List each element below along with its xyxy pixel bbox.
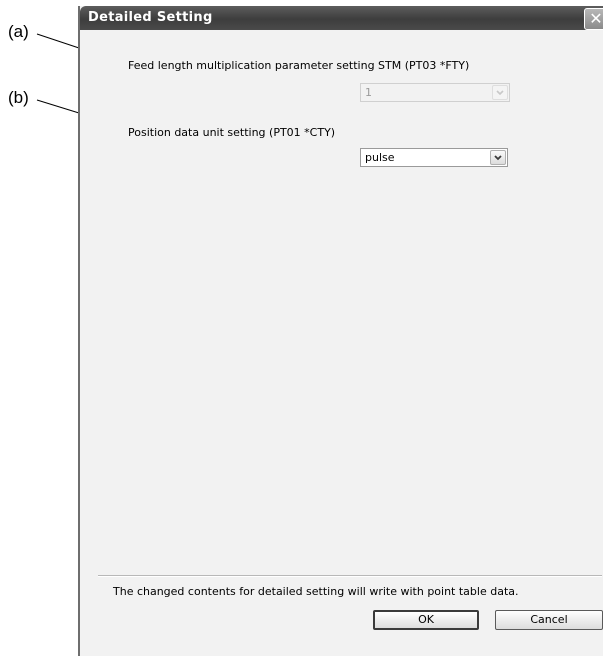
chevron-down-icon	[496, 90, 504, 96]
detailed-setting-dialog: Detailed Setting ✕ Feed length multiplic…	[78, 6, 603, 656]
position-unit-dropdown-button[interactable]	[490, 150, 506, 165]
window-title: Detailed Setting	[88, 10, 213, 25]
position-unit-combo[interactable]: pulse	[360, 148, 508, 167]
ok-button[interactable]: OK	[373, 610, 479, 630]
feed-length-combo[interactable]: 1	[360, 83, 510, 102]
position-unit-value: pulse	[365, 151, 395, 164]
close-icon: ✕	[589, 9, 603, 28]
chevron-down-icon	[494, 155, 502, 161]
close-button[interactable]: ✕	[584, 8, 603, 30]
cancel-button[interactable]: Cancel	[495, 610, 603, 630]
feed-length-dropdown-button[interactable]	[492, 85, 508, 100]
feed-length-label: Feed length multiplication parameter set…	[128, 59, 470, 72]
footer-separator	[98, 575, 602, 577]
feed-length-value: 1	[365, 86, 372, 99]
footer-note: The changed contents for detailed settin…	[113, 585, 519, 598]
position-unit-label: Position data unit setting (PT01 *CTY)	[128, 126, 336, 139]
title-bar[interactable]: Detailed Setting ✕	[80, 6, 603, 30]
